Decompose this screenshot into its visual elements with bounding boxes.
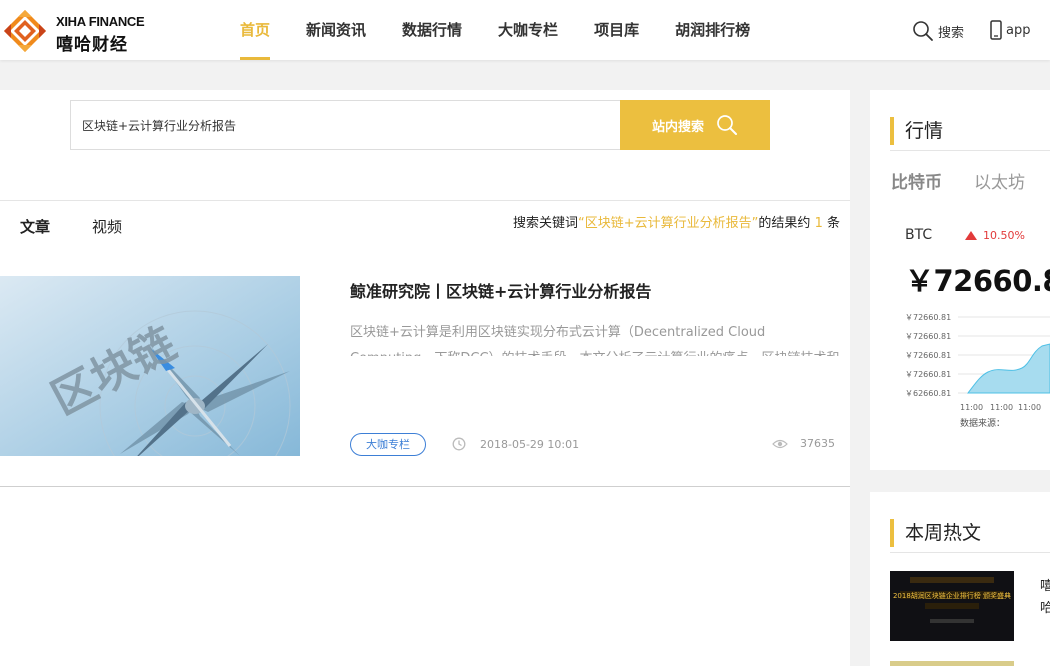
list-item: 区块链 鲸准研究院丨区块链+云计算行业分析报告 区块链+云计算是利用区块链实现分… (0, 276, 850, 456)
coin-tabs: 比特币 以太坊 (891, 168, 1050, 193)
brand-logo[interactable]: XIHA FINANCE 嘻哈财经 (0, 6, 160, 55)
price-area (966, 343, 1050, 394)
nav-item-home[interactable]: 首页 (222, 0, 288, 60)
x-tick: 11:00 (1018, 403, 1041, 412)
hot-article-thumbnail[interactable] (890, 661, 1014, 666)
tab-ethereum[interactable]: 以太坊 (974, 168, 1025, 193)
site-search-button[interactable]: 站内搜索 (620, 100, 770, 150)
event-banner-image: 2018胡润区块链企业排行榜 颁奖盛典 (890, 571, 1014, 641)
hot-article-thumbnail[interactable]: 2018胡润区块链企业排行榜 颁奖盛典 (890, 571, 1014, 641)
arrow-up-icon (965, 231, 977, 240)
market-card: 行情 比特币 以太坊 BTC 10.50% ￥72660.81 ￥72660.8… (870, 90, 1050, 470)
divider (890, 150, 1050, 151)
main-nav: 首页 新闻资讯 数据行情 大咖专栏 项目库 胡润排行榜 (222, 0, 768, 60)
result-suffix: 条 (826, 216, 840, 231)
y-tick: ￥62660.81 (905, 389, 951, 398)
eye-icon (772, 439, 788, 448)
data-source-label: 数据来源： (960, 419, 1006, 429)
nav-item-news[interactable]: 新闻资讯 (288, 0, 384, 60)
phone-icon (990, 20, 1002, 40)
search-results-panel: 站内搜索 文章 视频 搜索关键词“区块链+云计算行业分析报告”的结果约 1 条 (0, 90, 850, 666)
clock-icon (452, 437, 466, 451)
x-tick: 11:00 (990, 403, 1013, 412)
hot-articles-title: 本周热文 (890, 519, 981, 547)
result-summary: 搜索关键词“区块链+云计算行业分析报告”的结果约 1 条 (513, 212, 840, 231)
article-summary: 区块链+云计算是利用区块链实现分布式云计算（Decentralized Clou… (350, 325, 840, 356)
tab-videos[interactable]: 视频 (92, 216, 122, 237)
nav-item-hurun-ranking[interactable]: 胡润排行榜 (657, 0, 768, 60)
header-search-label: 搜索 (938, 25, 965, 41)
result-count: 1 (814, 216, 823, 231)
divider (890, 552, 1050, 553)
header-app-label: app (1006, 22, 1031, 38)
price-change: 10.50% (965, 229, 1025, 242)
nav-item-market-data[interactable]: 数据行情 (384, 0, 480, 60)
hot-thumb-caption: 2018胡润区块链企业排行榜 颁奖盛典 (893, 591, 1011, 600)
divider (0, 486, 850, 487)
y-tick: ￥72660.81 (905, 370, 951, 379)
article-title[interactable]: 鲸准研究院丨区块链+云计算行业分析报告 (350, 278, 651, 302)
y-tick: ￥72660.81 (905, 332, 951, 341)
search-icon (913, 21, 933, 41)
article-thumbnail[interactable]: 区块链 (0, 276, 300, 456)
header-app-button[interactable]: app (990, 20, 1030, 40)
tab-articles[interactable]: 文章 (20, 216, 50, 237)
compass-illustration: 区块链 (0, 276, 300, 456)
tab-bitcoin[interactable]: 比特币 (891, 168, 942, 193)
nav-item-columns[interactable]: 大咖专栏 (480, 0, 576, 60)
result-prefix: 搜索关键词 (513, 216, 579, 231)
search-field-wrapper (70, 100, 620, 150)
article-views-count: 37635 (800, 437, 835, 450)
result-keyword: “区块链+云计算行业分析报告” (578, 216, 759, 231)
site-search-label: 站内搜索 (651, 119, 704, 135)
price-change-value: 10.50% (983, 229, 1025, 242)
market-card-title: 行情 (890, 117, 943, 145)
divider (0, 200, 850, 201)
header-search-button[interactable]: 搜索 (912, 20, 964, 42)
brand-name-en: XIHA FINANCE (56, 14, 145, 29)
search-input[interactable] (71, 101, 620, 149)
article-time-label: 2018-05-29 10:01 (480, 437, 580, 451)
article-time: 2018-05-29 10:01 (452, 437, 579, 451)
price-mini-chart: ￥72660.81 ￥72660.81 ￥72660.81 ￥72660.81 … (905, 313, 1050, 412)
search-icon (717, 115, 737, 135)
nav-item-projects[interactable]: 项目库 (576, 0, 657, 60)
article-tag[interactable]: 大咖专栏 (350, 433, 426, 456)
y-tick: ￥72660.81 (905, 351, 951, 360)
coin-price: ￥72660.81 (905, 264, 1050, 298)
hot-article-title[interactable]: 嘻哈 (1040, 576, 1050, 620)
article-views: 37635 (772, 437, 835, 450)
hot-articles-card: 本周热文 2018胡润区块链企业排行榜 颁奖盛典 嘻哈 (870, 492, 1050, 666)
logo-icon (4, 10, 46, 52)
x-tick: 11:00 (960, 403, 983, 412)
y-tick: ￥72660.81 (905, 313, 951, 322)
top-header: XIHA FINANCE 嘻哈财经 首页 新闻资讯 数据行情 大咖专栏 项目库 … (0, 0, 1050, 60)
brand-name-cn: 嘻哈财经 (56, 35, 128, 55)
result-middle: 的结果约 (758, 216, 811, 231)
coin-symbol: BTC (905, 227, 933, 243)
result-tabs: 文章 视频 (20, 216, 164, 237)
